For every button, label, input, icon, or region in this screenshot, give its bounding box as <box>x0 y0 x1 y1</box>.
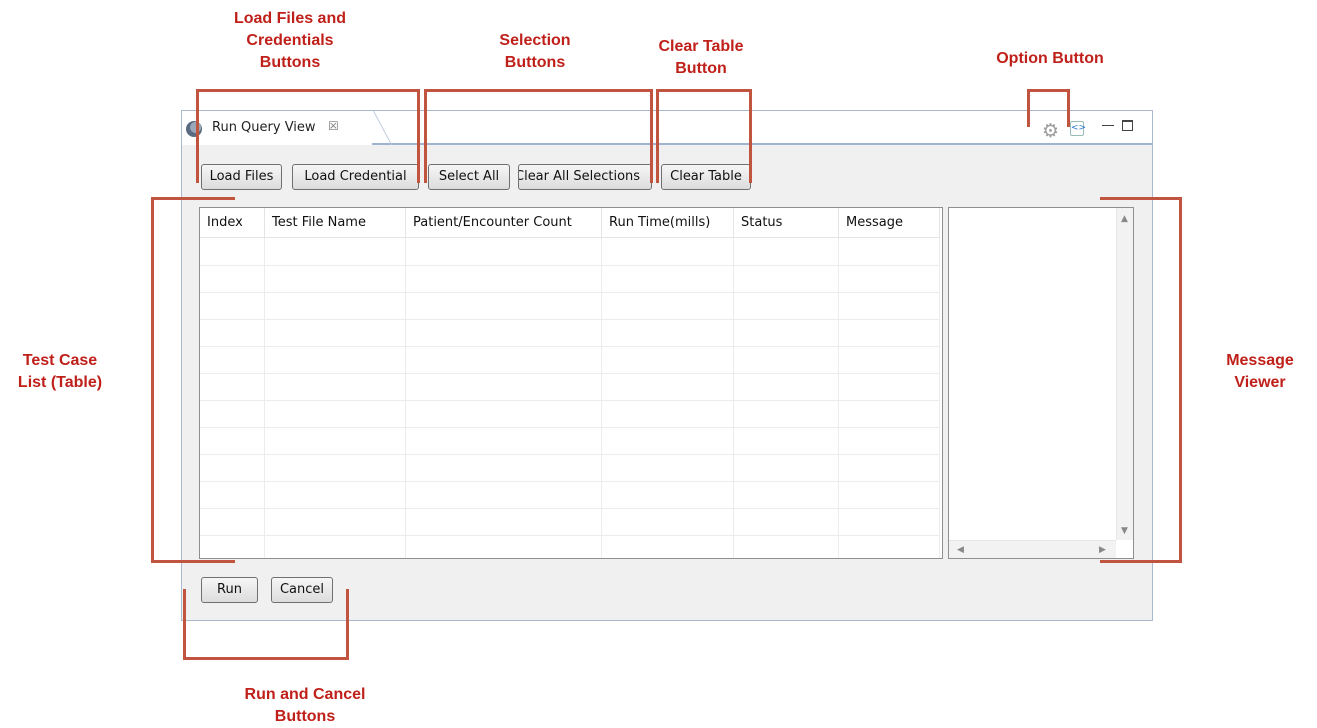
annotation-message-viewer: Message Viewer <box>1226 352 1294 391</box>
bracket-test-case-list <box>151 197 235 563</box>
bracket-load-buttons <box>196 89 420 183</box>
table-row[interactable] <box>200 509 940 536</box>
table-header: Index Test File Name Patient/Encounter C… <box>200 208 940 238</box>
horizontal-scrollbar[interactable]: ◀ ▶ <box>949 540 1116 558</box>
column-header-test-file-name[interactable]: Test File Name <box>265 208 406 238</box>
minimize-icon[interactable] <box>1102 116 1114 126</box>
bracket-clear-table-button <box>656 89 752 183</box>
table-row[interactable] <box>200 239 940 266</box>
maximize-icon[interactable] <box>1122 120 1133 131</box>
annotation-option-button: Option Button <box>996 50 1104 67</box>
column-header-message[interactable]: Message <box>839 208 940 238</box>
annotation-test-case-list: Test Case List (Table) <box>17 352 103 391</box>
column-header-patient-encounter-count[interactable]: Patient/Encounter Count <box>406 208 602 238</box>
scroll-left-icon[interactable]: ◀ <box>957 545 964 555</box>
table-row[interactable] <box>200 293 940 320</box>
table-row[interactable] <box>200 266 940 293</box>
bracket-message-viewer <box>1100 197 1182 563</box>
annotation-selection-buttons: Selection Buttons <box>499 32 571 71</box>
column-header-run-time[interactable]: Run Time(mills) <box>602 208 734 238</box>
table-row[interactable] <box>200 320 940 347</box>
table-row[interactable] <box>200 401 940 428</box>
run-query-view: Run Query View ☒ ⚙ <> Load Files Load Cr… <box>181 110 1153 621</box>
bracket-option-button <box>1027 89 1070 127</box>
annotation-load-buttons: Load Files and Credentials Buttons <box>233 10 346 71</box>
table-row[interactable] <box>200 374 940 401</box>
option-button[interactable]: <> <box>1070 121 1086 136</box>
annotation-run-cancel-buttons: Run and Cancel Buttons <box>244 686 366 725</box>
table-row[interactable] <box>200 482 940 509</box>
bracket-run-cancel-buttons <box>183 589 349 660</box>
table-row[interactable] <box>200 428 940 455</box>
table-row[interactable] <box>200 455 940 482</box>
column-header-status[interactable]: Status <box>734 208 839 238</box>
bracket-selection-buttons <box>424 89 653 183</box>
table-row[interactable] <box>200 347 940 374</box>
test-case-table[interactable]: Index Test File Name Patient/Encounter C… <box>199 207 943 559</box>
annotation-clear-table-button: Clear Table Button <box>658 38 744 77</box>
